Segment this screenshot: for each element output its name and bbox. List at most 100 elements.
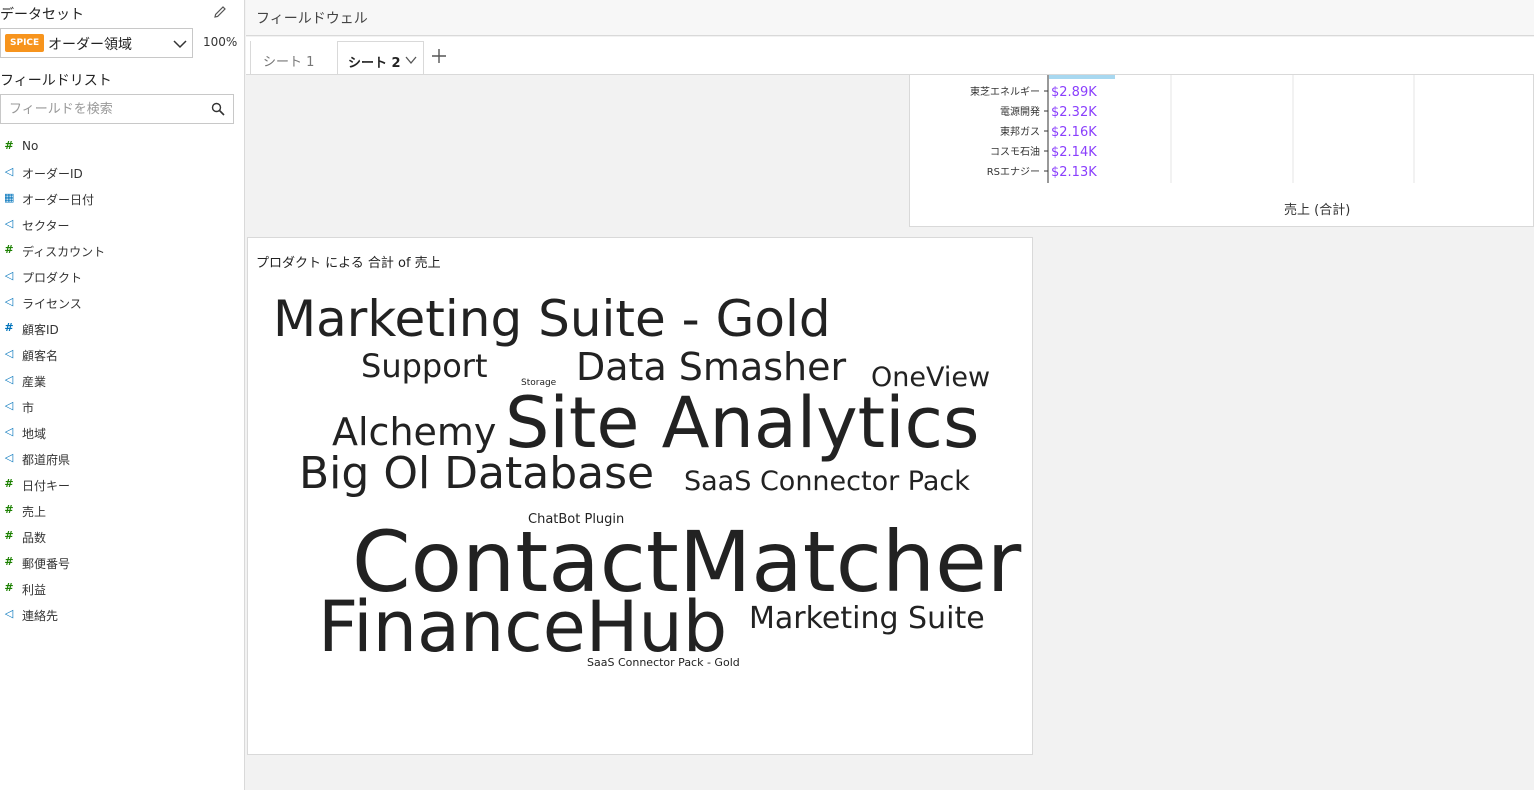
field-label: 品数 [22, 531, 47, 545]
dataset-name: オーダー領域 [48, 37, 132, 53]
word-cloud-word[interactable]: Alchemy [332, 413, 496, 451]
hash-icon: # [4, 581, 14, 594]
field-item[interactable]: ◁ オーダーID [0, 160, 244, 186]
field-label: 顧客ID [22, 323, 59, 337]
field-item[interactable]: ◁ 市 [0, 394, 244, 420]
hash-icon: # [4, 503, 14, 516]
field-search-box[interactable] [0, 94, 234, 124]
dataset-select[interactable]: SPICE オーダー領域 [0, 28, 193, 58]
tag-icon: ◁ [4, 165, 14, 178]
hash-icon: # [4, 321, 14, 334]
tag-icon: ◁ [4, 399, 14, 412]
tab-label: シート 2 [348, 56, 401, 71]
field-label: 連絡先 [22, 609, 59, 623]
tag-icon: ◁ [4, 269, 14, 282]
field-label: 産業 [22, 375, 47, 389]
tab-label: シート 1 [263, 55, 315, 70]
field-item[interactable]: ◁ プロダクト [0, 264, 244, 290]
field-label: 利益 [22, 583, 47, 597]
field-item[interactable]: ◁ セクター [0, 212, 244, 238]
spice-import-percent: 100% [203, 35, 238, 49]
field-list-title: フィールドリスト [0, 73, 112, 89]
field-item[interactable]: # 品数 [0, 524, 244, 550]
chevron-down-icon [173, 40, 187, 49]
word-cloud-word[interactable]: SaaS Connector Pack - Gold [587, 657, 740, 668]
field-label: 郵便番号 [22, 557, 71, 571]
word-cloud-word[interactable]: ChatBot Plugin [528, 513, 624, 526]
tag-icon: ◁ [4, 373, 14, 386]
search-icon[interactable] [211, 102, 225, 116]
field-label: ディスカウント [22, 245, 106, 259]
calendar-icon: ▦ [4, 191, 15, 204]
field-item[interactable]: # 売上 [0, 498, 244, 524]
field-label: 日付キー [22, 479, 71, 493]
field-item[interactable]: # No [0, 134, 244, 160]
field-item[interactable]: # 利益 [0, 576, 244, 602]
field-list: # No ◁ オーダーID ▦ オーダー日付 ◁ セクター # ディスカウント ◁ プロダクト ◁ ライセ… [0, 134, 244, 628]
field-item[interactable]: ◁ 産業 [0, 368, 244, 394]
field-item[interactable]: ◁ ライセンス [0, 290, 244, 316]
tab-sheet-2[interactable]: シート 2 [337, 41, 424, 74]
field-item[interactable]: # ディスカウント [0, 238, 244, 264]
dataset-title: データセット [0, 7, 84, 23]
field-item[interactable]: ◁ 連絡先 [0, 602, 244, 628]
word-cloud-word[interactable]: SaaS Connector Pack [684, 468, 970, 495]
hash-icon: # [4, 529, 14, 542]
field-item[interactable]: # 郵便番号 [0, 550, 244, 576]
word-cloud-word[interactable]: Big Ol Database [299, 452, 654, 496]
word-cloud-word[interactable]: Data Smasher [576, 348, 846, 386]
data-label: $2.32K [1051, 105, 1097, 120]
data-label: $2.13K [1051, 165, 1097, 180]
field-well[interactable]: フィールドウェル [246, 0, 1534, 36]
tag-icon: ◁ [4, 425, 14, 438]
field-item[interactable]: ◁ 顧客名 [0, 342, 244, 368]
field-label: 売上 [22, 505, 47, 519]
hash-icon: # [4, 139, 14, 152]
field-item[interactable]: # 日付キー [0, 472, 244, 498]
field-item[interactable]: # 顧客ID [0, 316, 244, 342]
word-cloud-visual[interactable]: プロダクト による 合計 of 売上 ContactMatcher Site An… [247, 237, 1033, 755]
word-cloud-word[interactable]: Marketing Suite [749, 604, 985, 634]
data-label: $2.16K [1051, 125, 1097, 140]
y-tick-label: RSエナジー [987, 166, 1040, 178]
field-label: オーダー日付 [22, 193, 95, 207]
field-item[interactable]: ◁ 地域 [0, 420, 244, 446]
word-cloud-word[interactable]: Support [361, 350, 488, 382]
tag-icon: ◁ [4, 347, 14, 360]
tag-icon: ◁ [4, 451, 14, 464]
tab-sheet-1[interactable]: シート 1 [250, 41, 338, 74]
field-label: No [22, 139, 39, 153]
y-tick-label: 東邦ガス [1000, 125, 1040, 138]
y-tick-label: 電源開発 [1000, 105, 1040, 118]
field-item[interactable]: ▦ オーダー日付 [0, 186, 244, 212]
field-item[interactable]: ◁ 都道府県 [0, 446, 244, 472]
word-cloud-word[interactable]: Storage [521, 379, 556, 388]
data-panel: データセット SPICE オーダー領域 100% フィールドリスト # No ◁ オー… [0, 0, 245, 790]
y-tick-label: コスモ石油 [990, 145, 1040, 158]
tag-icon: ◁ [4, 607, 14, 620]
visual-title: プロダクト による 合計 of 売上 [256, 256, 441, 271]
field-search-input[interactable] [9, 100, 204, 118]
hash-icon: # [4, 477, 14, 490]
data-label: $2.89K [1051, 85, 1097, 100]
field-label: 市 [22, 401, 35, 415]
word-cloud-word[interactable]: FinanceHub [318, 592, 727, 662]
spice-badge: SPICE [5, 34, 45, 52]
chevron-down-icon[interactable] [405, 55, 417, 65]
bar-chart: 東芝エネルギー $2.89K 電源開発 $2.32K 東邦ガス $2.16K コスモ石油 $2… [970, 75, 1415, 183]
data-label: $2.14K [1051, 145, 1097, 160]
sheet-tab-bar: シート 1 シート 2 [246, 37, 1534, 75]
field-label: プロダクト [22, 271, 83, 285]
bar-chart-visual[interactable]: 東芝エネルギー $2.89K 電源開発 $2.32K 東邦ガス $2.16K コスモ石油 $2… [909, 75, 1534, 227]
pencil-icon[interactable] [212, 4, 228, 20]
tag-icon: ◁ [4, 295, 14, 308]
field-label: 顧客名 [22, 349, 59, 363]
word-cloud-word[interactable]: Marketing Suite - Gold [273, 294, 831, 344]
bar[interactable] [1049, 75, 1115, 79]
word-cloud-word[interactable]: OneView [871, 364, 990, 391]
x-axis-label: 売上 (合計) [1284, 203, 1351, 218]
y-tick-label: 東芝エネルギー [970, 85, 1040, 98]
field-label: ライセンス [22, 297, 82, 311]
tag-icon: ◁ [4, 217, 14, 230]
add-sheet-icon[interactable] [432, 49, 446, 63]
